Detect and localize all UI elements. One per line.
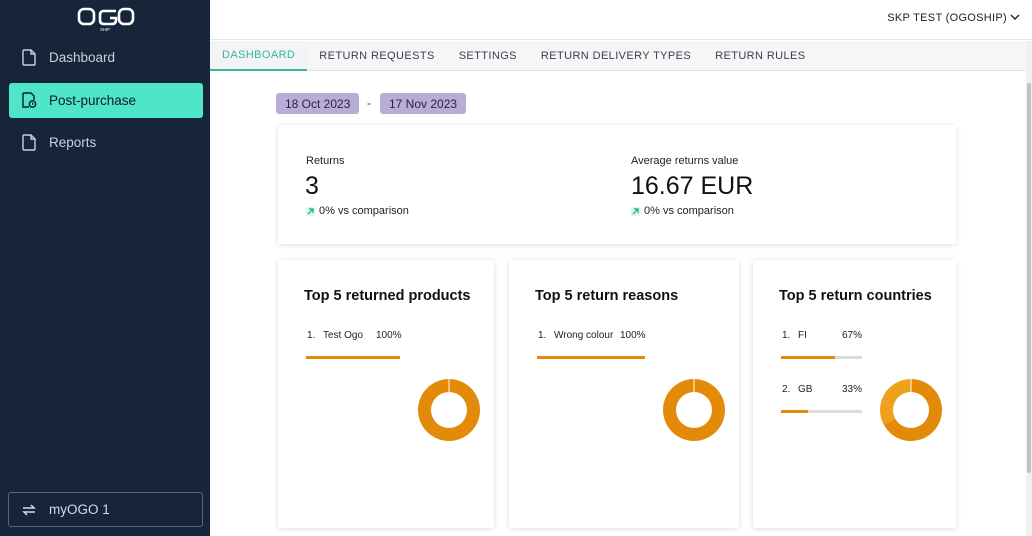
sidebar: SHIP Dashboard Post-purchase Reports myO… [0,0,210,536]
item-percent: 67% [842,330,863,341]
share-bar [306,356,400,359]
tab-return-rules[interactable]: RETURN RULES [703,41,817,71]
card-title: Top 5 returned products [304,288,471,304]
countries-donut-chart [880,379,942,441]
organization-label: SKP TEST (OGOSHIP) [887,12,1007,24]
tab-bar: DASHBOARD RETURN REQUESTS SETTINGS RETUR… [210,41,1026,71]
share-bar [537,356,645,359]
sidebar-item-label: Reports [49,135,97,150]
end-date-chip[interactable]: 17 Nov 2023 [380,93,467,114]
returns-value: 3 [305,172,319,200]
list-item: 2. GB 33% [782,384,862,395]
post-purchase-icon [9,92,49,109]
share-bar-fill [537,356,645,359]
list-item: 1. Wrong colour 100% [538,330,646,341]
avg-value-trend: 0% vs comparison [631,205,734,217]
tab-return-requests[interactable]: RETURN REQUESTS [307,41,446,71]
reasons-donut-chart [663,379,725,441]
share-bar-fill [781,356,836,359]
item-percent: 100% [376,330,402,341]
item-name: Wrong colour [554,330,614,341]
start-date-chip[interactable]: 18 Oct 2023 [276,93,360,114]
top-reasons-card: Top 5 return reasons 1. Wrong colour 100… [509,260,739,528]
list-item: 1. Test Ogo 100% [307,330,402,341]
account-label: myOGO 1 [49,502,110,517]
item-percent: 100% [620,330,646,341]
topbar: SKP TEST (OGOSHIP) [210,0,1032,40]
item-name: FI [798,330,807,341]
item-name: GB [798,384,813,395]
avg-value-value: 16.67 EUR [631,172,754,200]
ogoship-logo[interactable]: SHIP [74,5,136,33]
top-countries-card: Top 5 return countries 1. FI 67% 2. GB 3… [753,260,956,528]
sidebar-item-dashboard[interactable]: Dashboard [9,40,203,75]
share-bar [781,410,862,413]
chevron-down-icon [1010,12,1020,24]
rank: 1. [307,330,316,341]
sidebar-item-post-purchase[interactable]: Post-purchase [9,83,203,118]
returns-trend-text: 0% vs comparison [319,205,409,217]
sidebar-item-label: Post-purchase [49,93,137,108]
donut-slice [880,379,911,425]
avg-value-trend-text: 0% vs comparison [644,205,734,217]
tab-settings[interactable]: SETTINGS [447,41,529,71]
sidebar-item-reports[interactable]: Reports [9,125,203,160]
item-name: Test Ogo [323,330,364,341]
returns-label: Returns [306,155,345,167]
card-title: Top 5 return reasons [535,288,679,304]
returns-trend: 0% vs comparison [306,205,409,217]
logo-subtext: SHIP [100,27,110,32]
card-title: Top 5 return countries [779,288,932,304]
tab-return-delivery-types[interactable]: RETURN DELIVERY TYPES [529,41,703,71]
tab-dashboard[interactable]: DASHBOARD [210,41,308,71]
organization-switcher[interactable]: SKP TEST (OGOSHIP) [887,12,1020,24]
scrollbar[interactable] [1026,41,1032,536]
account-switch-button[interactable]: myOGO 1 [8,492,203,527]
switch-arrows-icon [9,503,49,517]
top-products-card: Top 5 returned products 1. Test Ogo 100% [278,260,494,528]
rank: 1. [782,330,791,341]
share-bar-fill [781,410,808,413]
sidebar-item-label: Dashboard [49,50,116,65]
item-percent: 33% [842,384,863,395]
scrollbar-thumb[interactable] [1027,83,1031,473]
file-icon [9,134,49,151]
products-donut-chart [418,379,480,441]
trend-up-icon [306,206,315,216]
avg-value-label: Average returns value [631,155,739,167]
list-item: 1. FI 67% [782,330,862,341]
share-bar-fill [306,356,400,359]
trend-up-icon [631,206,640,216]
rank: 2. [782,384,791,395]
date-separator: - [367,96,371,110]
kpi-card: Returns 3 0% vs comparison Average retur… [278,125,956,244]
rank: 1. [538,330,547,341]
share-bar [781,356,862,359]
file-icon [9,49,49,66]
